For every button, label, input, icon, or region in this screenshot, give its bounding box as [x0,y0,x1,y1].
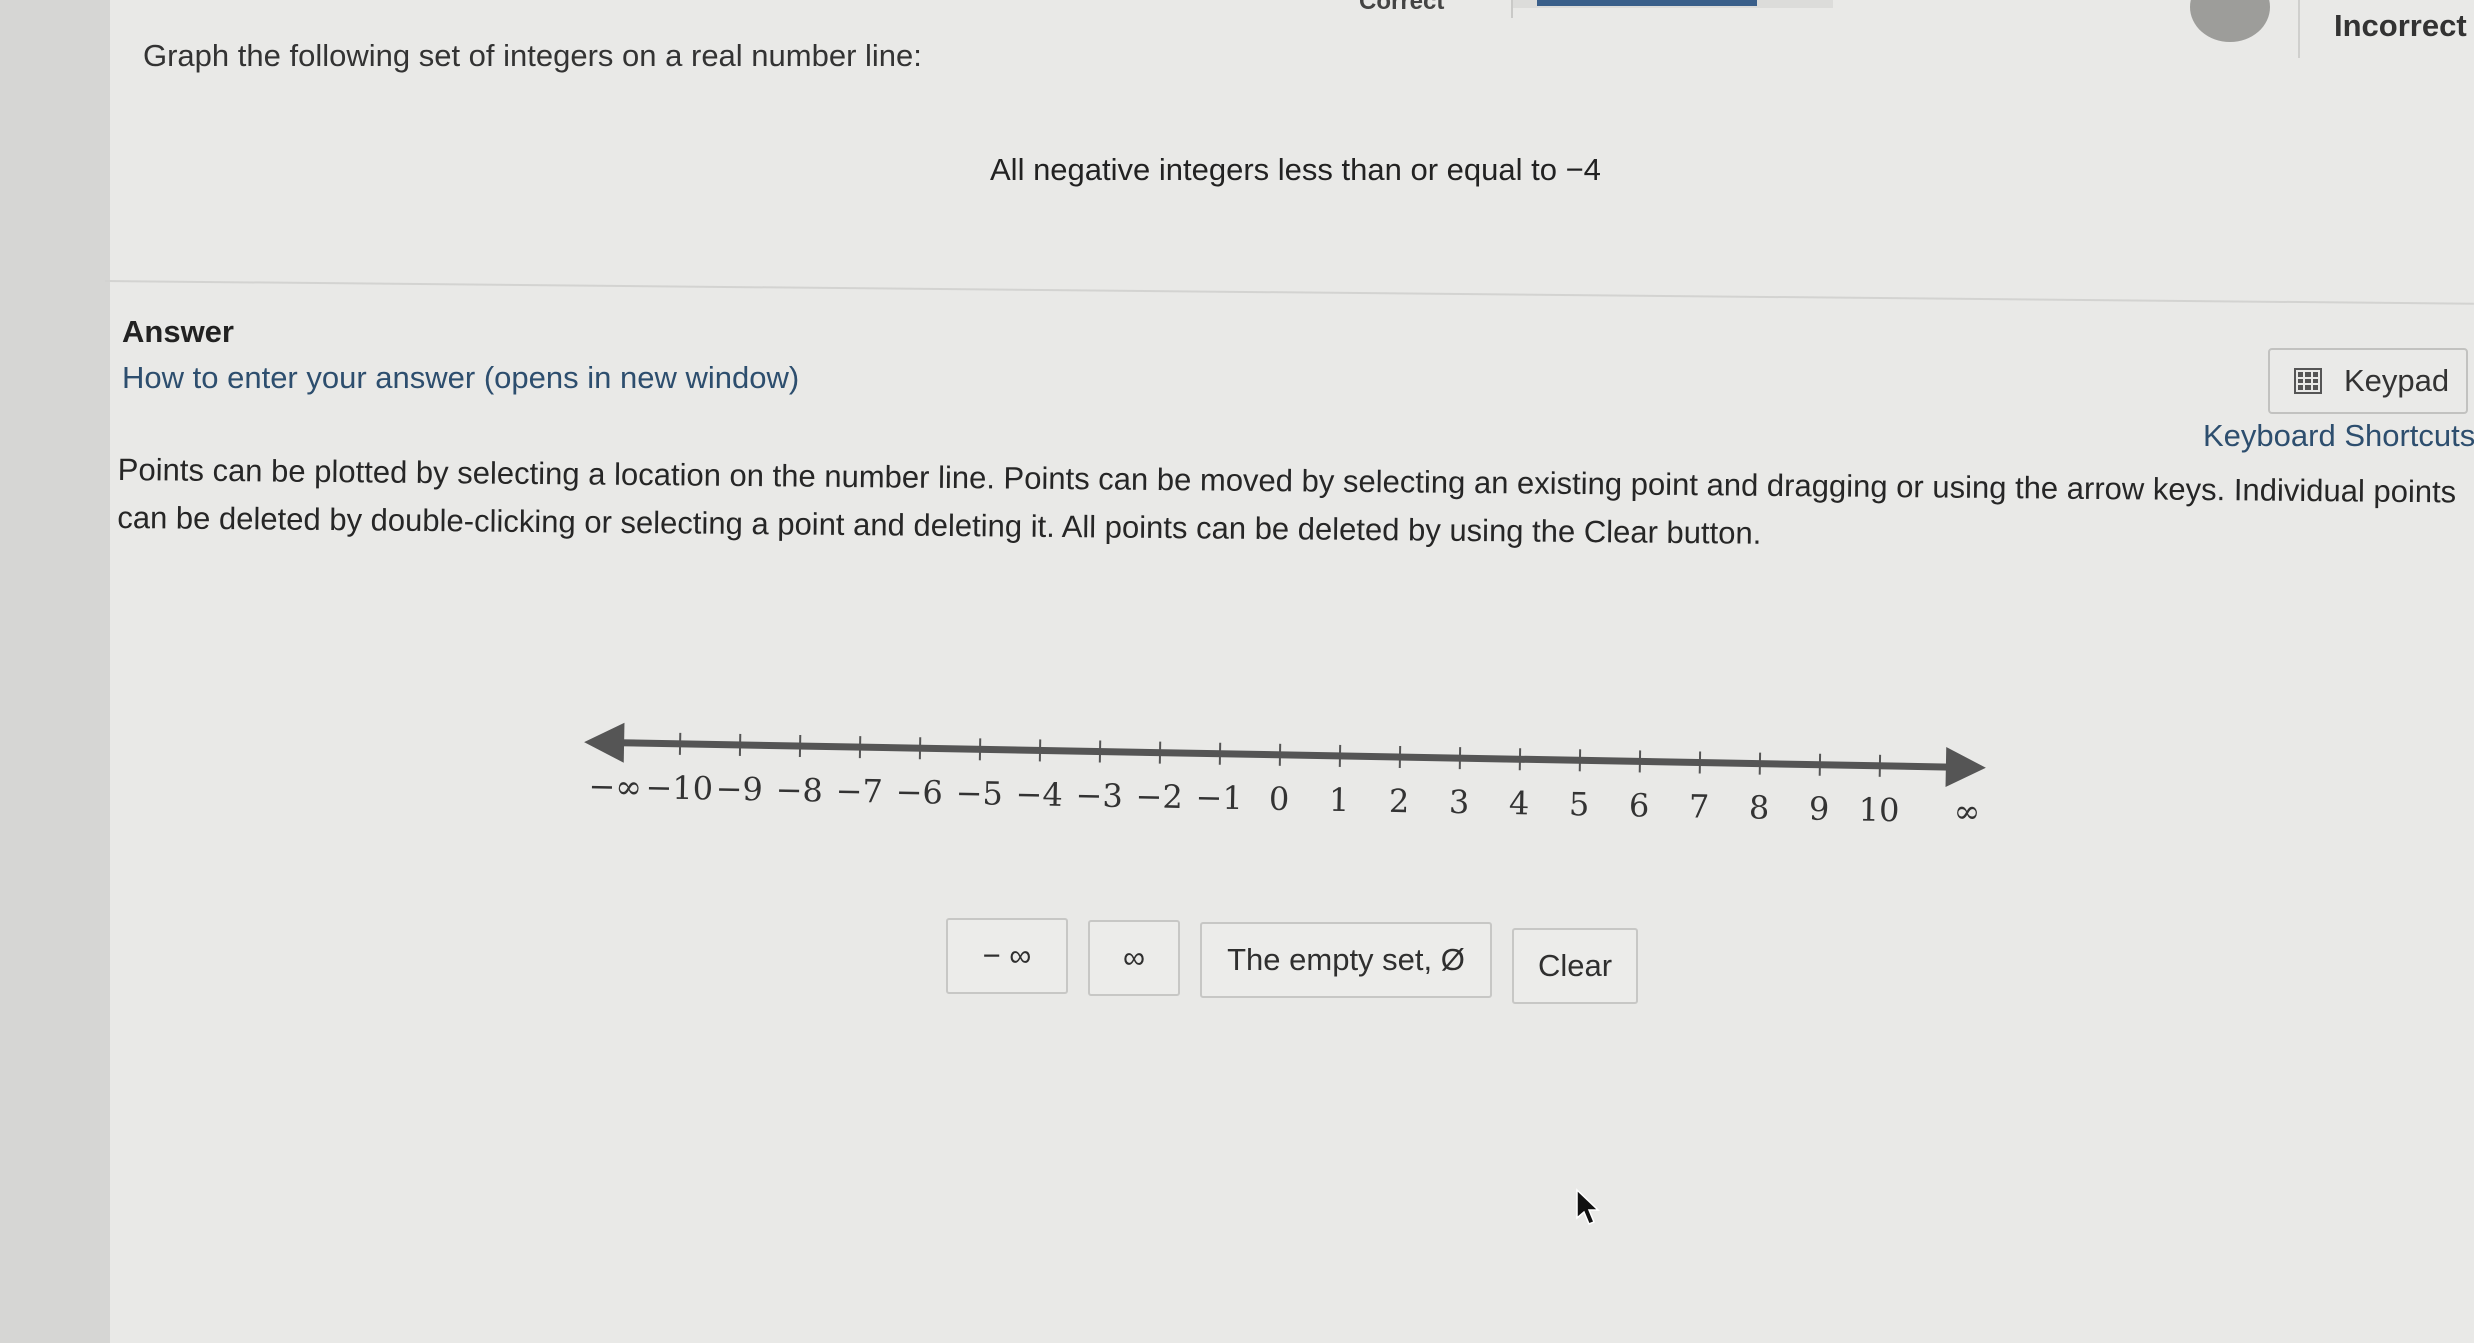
tick-label: 0 [1269,780,1290,818]
question-statement: All negative integers less than or equal… [990,152,1601,187]
status-label: Incorrect [2334,8,2467,43]
tick-label: 9 [1809,790,1830,828]
negative-infinity-button[interactable]: − ∞ [946,918,1068,994]
tick-label: 2 [1389,782,1410,820]
empty-set-button[interactable]: The empty set, Ø [1200,922,1492,998]
mouse-cursor-icon [1576,1188,1600,1225]
howto-link[interactable]: How to enter your answer (opens in new w… [122,360,799,396]
keypad-label: Keypad [2344,363,2450,398]
question-panel [110,0,2474,1343]
tick-label: −2 [1135,777,1183,816]
answer-heading: Answer [122,314,234,349]
tick-label: −1 [1195,778,1243,817]
tick-label: 4 [1509,784,1530,822]
status-tab[interactable]: Incorrect [2298,0,2474,58]
tick-label: 6 [1629,786,1650,824]
progress-fill [1537,0,1757,6]
tick-label: −8 [775,771,823,810]
tick-label: −5 [955,774,1003,813]
correct-tab[interactable]: Correct [1315,0,1513,18]
keyboard-shortcuts-link[interactable]: Keyboard Shortcuts [2203,418,2474,454]
tick-label: −4 [1015,775,1063,814]
right-arrow-icon [1945,747,1986,788]
tick-label: −9 [715,769,763,808]
number-line[interactable]: −10 −9 −8 −7 −6 −5 −4 −3 −2 −1 0 1 2 3 4 5 6 7 8 9 10 −∞ ∞ [580,700,2020,860]
clear-button[interactable]: Clear [1512,928,1638,1004]
calculator-icon [2294,368,2322,394]
tick-label: −7 [835,772,883,811]
tick-label: −6 [895,773,943,812]
positive-infinity-button[interactable]: ∞ [1088,920,1180,996]
neg-infinity-label: −∞ [588,767,642,806]
tick-label: 7 [1689,787,1710,825]
tick-label: 8 [1749,788,1770,826]
correct-tab-label: Correct [1359,0,1445,15]
tick-label: 5 [1569,785,1590,823]
tick-label: 1 [1329,781,1350,819]
tick-label: 3 [1449,783,1470,821]
tick-label: −3 [1075,776,1123,815]
left-margin [0,0,110,1343]
number-line-axis[interactable] [620,739,1950,771]
left-arrow-icon [584,722,625,763]
question-prompt: Graph the following set of integers on a… [143,38,922,73]
tick-label: 10 [1858,790,1899,829]
pos-infinity-label: ∞ [1953,792,1980,830]
tick-label: −10 [645,768,713,807]
keypad-button[interactable]: Keypad [2268,348,2468,414]
progress-bar [1513,0,1833,8]
